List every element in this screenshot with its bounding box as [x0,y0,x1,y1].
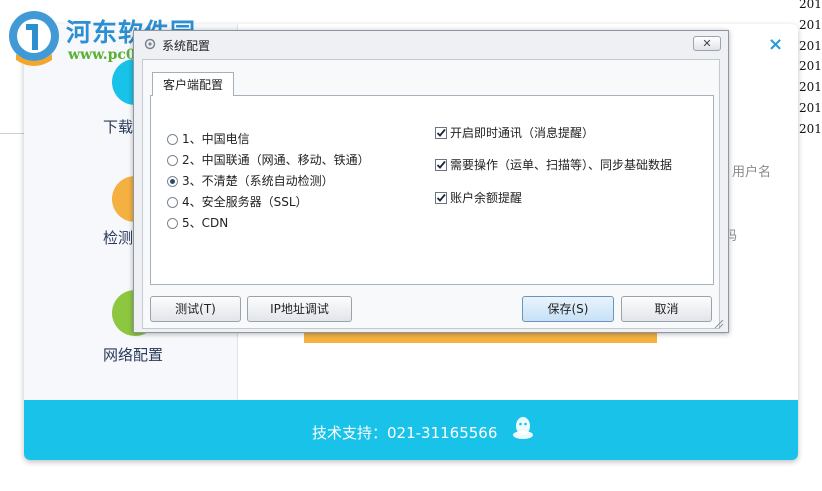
background-year-list: 201 201 201 201 201 201 201 [799,0,822,140]
checkbox-instant-messaging[interactable]: 开启即时通讯（消息提醒） [435,124,594,142]
background-year: 201 [799,121,822,136]
settings-icon [144,38,156,50]
watermark-logo-icon [9,11,59,66]
sidebar-item-download[interactable]: 下载 [103,116,133,137]
radio-option-unicom[interactable]: 2、中国联通（网通、移动、铁通） [167,151,370,169]
checkbox[interactable] [435,192,447,204]
qq-penguin-icon[interactable] [512,416,534,443]
radio-option-ssl[interactable]: 4、安全服务器（SSL） [167,193,308,211]
app-footer: 技术支持：021-31165566 [24,400,798,460]
background-year: 201 [799,0,822,11]
radio-button-selected[interactable] [167,176,178,187]
radio-label: 1、中国电信 [182,132,250,146]
login-button-edge[interactable] [304,332,657,343]
checkmark-icon [436,193,446,202]
radio-label: 5、CDN [182,216,229,230]
checkbox-balance-reminder[interactable]: 账户余额提醒 [435,189,522,207]
app-close-icon[interactable]: × [768,34,783,55]
radio-label: 4、安全服务器（SSL） [182,195,308,209]
checkbox[interactable] [435,159,447,171]
background-year: 201 [799,100,822,115]
sidebar-item-network-config[interactable]: 网络配置 [103,344,163,365]
radio-button[interactable] [167,134,178,145]
cancel-button[interactable]: 取消 [621,296,712,322]
tab-client-config[interactable]: 客户端配置 [152,72,235,96]
dialog-title: 系统配置 [162,39,211,53]
resize-grip-icon[interactable] [712,317,724,329]
checkbox-label: 需要操作（运单、扫描等）、同步基础数据 [450,158,673,172]
radio-option-auto-detect[interactable]: 3、不清楚（系统自动检测） [167,172,334,190]
background-year: 201 [799,80,822,95]
save-button[interactable]: 保存(S) [522,296,614,322]
username-hint: 用户名 [732,165,772,180]
checkmark-icon [436,160,446,169]
checkbox[interactable] [435,127,447,139]
radio-label: 2、中国联通（网通、移动、铁通） [182,153,370,167]
system-config-dialog: 系统配置 ✕ 客户端配置 1、中国电信 2、中国联通（网通、移动、铁通） 3、不… [133,30,729,333]
tab-content: 1、中国电信 2、中国联通（网通、移动、铁通） 3、不清楚（系统自动检测） 4、… [150,95,714,285]
background-year: 201 [799,59,822,74]
radio-button[interactable] [167,197,178,208]
radio-button[interactable] [167,218,178,229]
checkmark-icon [436,128,446,137]
radio-option-cdn[interactable]: 5、CDN [167,214,228,232]
radio-label: 3、不清楚（系统自动检测） [182,174,334,188]
background-year: 201 [799,38,822,53]
sidebar-item-detect[interactable]: 检测 [103,227,133,248]
ip-debug-button[interactable]: IP地址调试 [247,296,352,322]
background-year: 201 [799,17,822,32]
checkbox-label: 开启即时通讯（消息提醒） [450,126,595,140]
radio-option-telecom[interactable]: 1、中国电信 [167,130,250,148]
checkbox-sync-data[interactable]: 需要操作（运单、扫描等）、同步基础数据 [435,156,672,174]
support-text: 技术支持：021-31165566 [312,424,498,442]
dialog-close-button[interactable]: ✕ [693,36,721,51]
dialog-titlebar[interactable]: 系统配置 ✕ [134,31,728,58]
test-button[interactable]: 测试(T) [150,296,241,322]
radio-button[interactable] [167,155,178,166]
background-divider [0,133,24,134]
checkbox-label: 账户余额提醒 [450,191,523,205]
